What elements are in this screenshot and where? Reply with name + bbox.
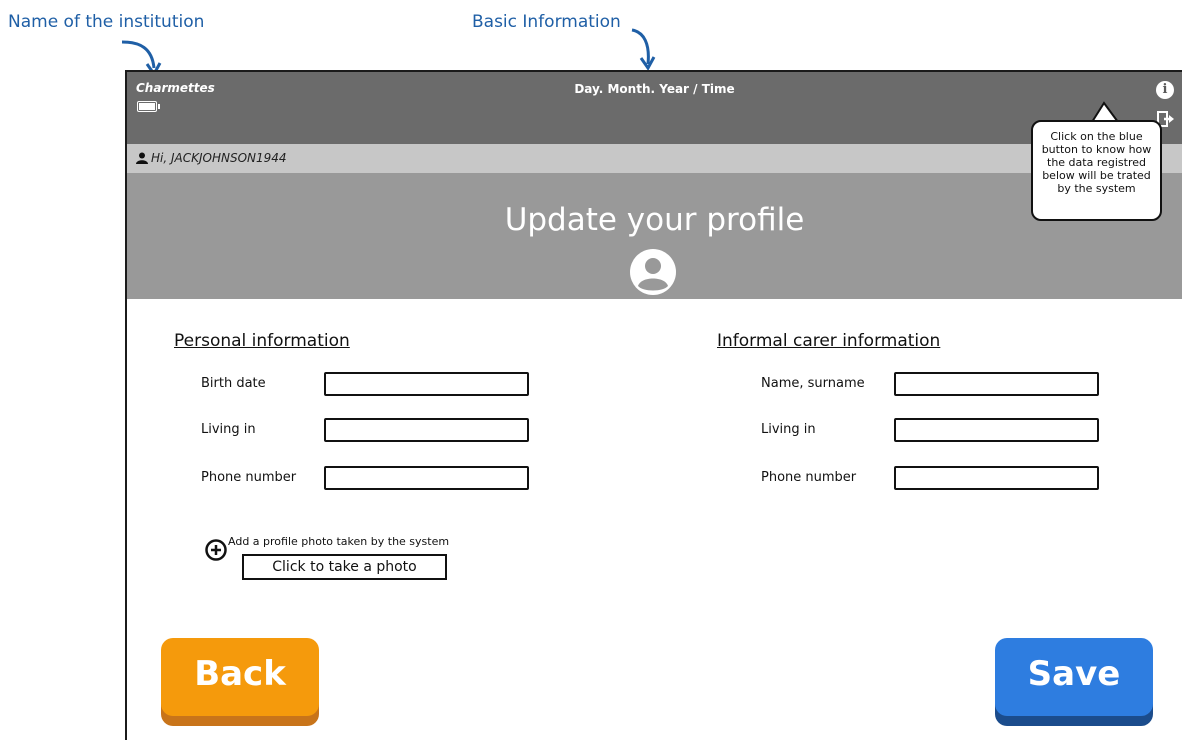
living-in-input[interactable] xyxy=(324,418,529,442)
personal-info-title: Personal information xyxy=(174,331,350,351)
carer-living-in-label: Living in xyxy=(761,422,816,437)
birth-date-input[interactable] xyxy=(324,372,529,396)
take-photo-button[interactable]: Click to take a photo xyxy=(242,554,447,580)
save-button[interactable]: Save xyxy=(995,638,1153,716)
carer-info-title: Informal carer information xyxy=(717,331,941,351)
basic-info-annotation: Basic Information xyxy=(472,12,621,32)
carer-name-input[interactable] xyxy=(894,372,1099,396)
phone-number-label: Phone number xyxy=(201,470,297,485)
plus-circle-icon[interactable] xyxy=(205,539,227,561)
birth-date-label: Birth date xyxy=(201,376,266,391)
add-photo-label: Add a profile photo taken by the system xyxy=(228,535,450,548)
info-tooltip: Click on the blue button to know how the… xyxy=(1031,120,1162,221)
battery-icon xyxy=(137,101,160,112)
tablet-frame: Charmettes Day. Month. Year / Time i Hi,… xyxy=(125,70,1182,740)
greeting-bar: Hi, JACKJOHNSON1944 xyxy=(127,144,1182,173)
greeting-text: Hi, JACKJOHNSON1944 xyxy=(151,151,287,165)
living-in-label: Living in xyxy=(201,422,256,437)
header-band: Update your profile xyxy=(127,173,1182,299)
carer-phone-label: Phone number xyxy=(761,470,857,485)
page-title: Update your profile xyxy=(504,202,805,238)
institution-annotation: Name of the institution xyxy=(8,12,205,32)
info-icon[interactable]: i xyxy=(1156,81,1174,99)
date-time: Day. Month. Year / Time xyxy=(574,82,735,96)
phone-number-input[interactable] xyxy=(324,466,529,490)
avatar-icon xyxy=(630,249,676,295)
carer-living-in-input[interactable] xyxy=(894,418,1099,442)
carer-name-label: Name, surname xyxy=(761,376,865,391)
top-bar: Charmettes Day. Month. Year / Time i xyxy=(127,72,1182,144)
back-button[interactable]: Back xyxy=(161,638,319,716)
curved-arrow-icon xyxy=(631,28,656,71)
carer-phone-input[interactable] xyxy=(894,466,1099,490)
user-icon xyxy=(136,152,148,164)
